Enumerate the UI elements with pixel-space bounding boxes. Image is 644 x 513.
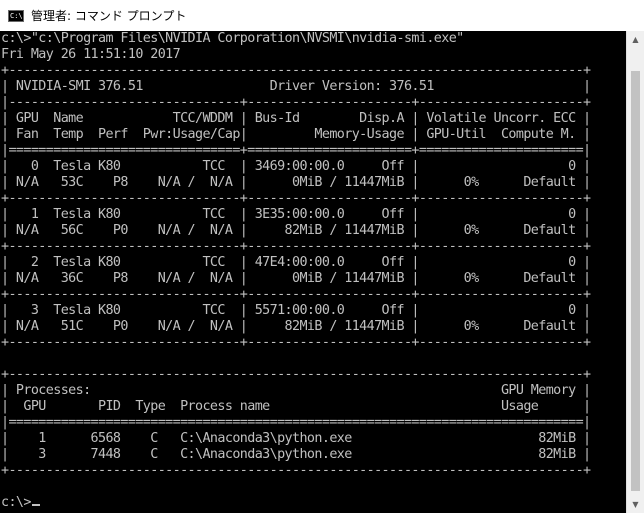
console-line: | N/A 36C P8 N/A / N/A | 0MiB / 11447MiB… [1, 271, 591, 286]
console-line: c:\> [1, 495, 31, 510]
console-line: | Fan Temp Perf Pwr:Usage/Cap| Memory-Us… [1, 127, 591, 142]
console-line: | GPU PID Type Process name Usage | [1, 399, 591, 414]
console-line: | GPU Name TCC/WDDM | Bus-Id Disp.A | Vo… [1, 111, 591, 126]
console-line: | N/A 56C P0 N/A / N/A | 82MiB / 11447Mi… [1, 223, 591, 238]
console-line: | NVIDIA-SMI 376.51 Driver Version: 376.… [1, 79, 591, 94]
console-line: | N/A 51C P0 N/A / N/A | 82MiB / 11447Mi… [1, 319, 591, 334]
title-bar[interactable]: C:\ 管理者: コマンド プロンプト [0, 0, 644, 32]
console-line: +-------------------------------+-------… [1, 335, 591, 350]
console-text: c:\>"c:\Program Files\NVIDIA Corporation… [0, 31, 626, 511]
console-line: | 1 6568 C C:\Anaconda3\python.exe 82MiB… [1, 431, 591, 446]
console-line: +---------------------------------------… [1, 63, 591, 78]
console-line: +---------------------------------------… [1, 367, 591, 382]
console-line: | 3 Tesla K80 TCC | 5571:00:00.0 Off | 0… [1, 303, 591, 318]
console-line: +---------------------------------------… [1, 463, 591, 478]
console-line: | 3 7448 C C:\Anaconda3\python.exe 82MiB… [1, 447, 591, 462]
console-line: | 2 Tesla K80 TCC | 47E4:00:00.0 Off | 0… [1, 255, 591, 270]
console-line: |===============================+=======… [1, 143, 591, 158]
scroll-down-arrow-icon[interactable]: ▼ [627, 496, 644, 513]
console-line: Fri May 26 11:51:10 2017 [1, 47, 181, 62]
console-line: | 1 Tesla K80 TCC | 3E35:00:00.0 Off | 0… [1, 207, 591, 222]
console-line: +-------------------------------+-------… [1, 191, 591, 206]
window-title: 管理者: コマンド プロンプト [31, 9, 187, 23]
console-line: +-------------------------------+-------… [1, 287, 591, 302]
text-cursor [31, 504, 40, 506]
console-line: | Processes: GPU Memory | [1, 383, 591, 398]
cmd-icon: C:\ [8, 9, 24, 22]
scrollbar-thumb[interactable] [631, 71, 640, 491]
console-line: |=======================================… [1, 415, 591, 430]
console-line: | 0 Tesla K80 TCC | 3469:00:00.0 Off | 0… [1, 159, 591, 174]
vertical-scrollbar[interactable]: ▲ ▼ [626, 31, 644, 513]
console-output[interactable]: c:\>"c:\Program Files\NVIDIA Corporation… [0, 31, 626, 513]
console-line: | N/A 53C P8 N/A / N/A | 0MiB / 11447MiB… [1, 175, 591, 190]
console-line: +-------------------------------+-------… [1, 239, 591, 254]
console-line: c:\>"c:\Program Files\NVIDIA Corporation… [1, 31, 464, 46]
scroll-up-arrow-icon[interactable]: ▲ [627, 31, 644, 48]
console-line: |-------------------------------+-------… [1, 95, 591, 110]
